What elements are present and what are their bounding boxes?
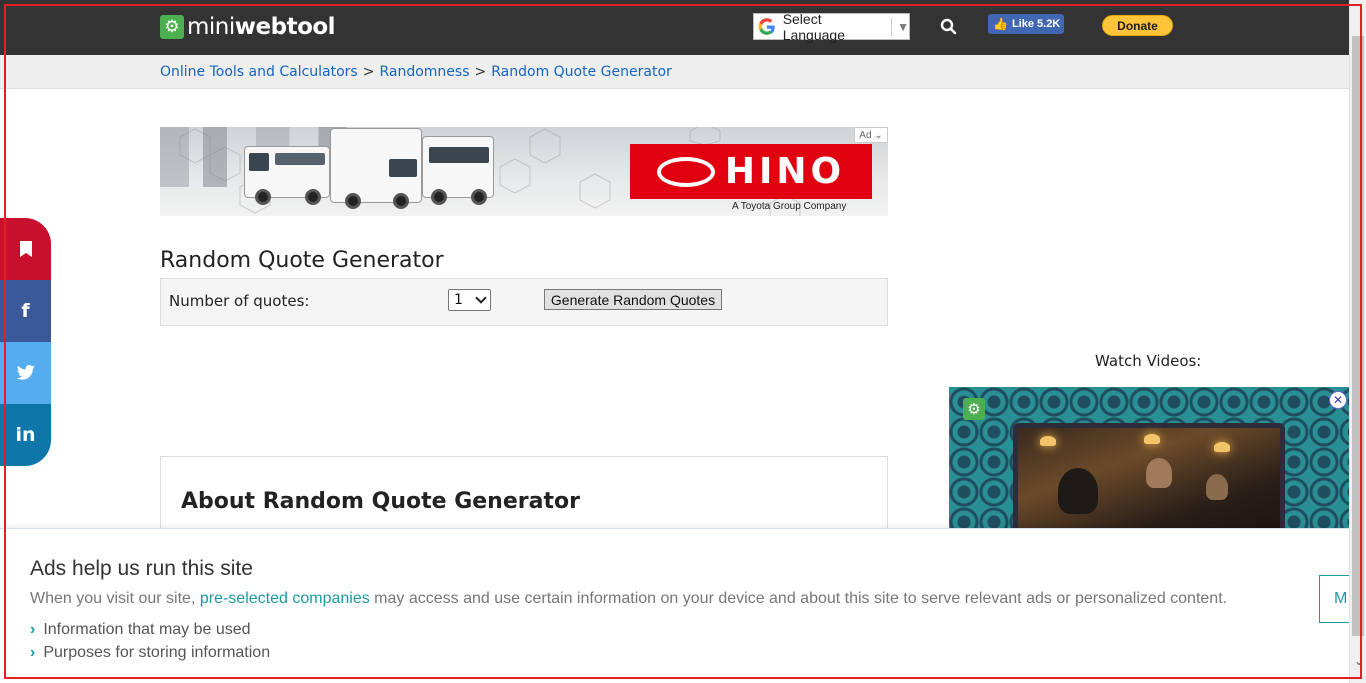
- facebook-share-button[interactable]: f: [0, 280, 51, 342]
- breadcrumb-link-current[interactable]: Random Quote Generator: [491, 64, 672, 80]
- consent-text-before: When you visit our site,: [30, 590, 200, 607]
- divider: [891, 17, 893, 36]
- consent-title: Ads help us run this site: [30, 557, 253, 580]
- logo-text: miniwebtool: [187, 14, 336, 40]
- video-scene-lamp: [1214, 442, 1230, 452]
- ad-brand-logo: HINO: [630, 144, 872, 199]
- breadcrumb-link-home[interactable]: Online Tools and Calculators: [160, 64, 358, 80]
- chevron-down-icon[interactable]: ⌄: [1354, 654, 1364, 668]
- chevron-down-icon: ⌄: [874, 129, 883, 141]
- quote-generator-form: Number of quotes: 1 Generate Random Quot…: [160, 278, 888, 326]
- consent-option-purposes[interactable]: › Purposes for storing information: [30, 644, 270, 662]
- consent-option-label: Information that may be used: [43, 621, 251, 638]
- pre-selected-companies-link[interactable]: pre-selected companies: [200, 590, 370, 607]
- breadcrumb-separator: >: [362, 64, 375, 80]
- advertisement-banner[interactable]: HINO A Toyota Group Company: [160, 127, 888, 216]
- twitter-icon: [16, 365, 35, 380]
- generate-button[interactable]: Generate Random Quotes: [544, 289, 722, 310]
- share-rail: f in: [0, 218, 51, 466]
- quantity-select[interactable]: 1: [448, 289, 491, 311]
- consent-option-information[interactable]: › Information that may be used: [30, 621, 251, 639]
- like-label: Like 5.2K: [1011, 18, 1061, 30]
- video-scene-person: [1206, 474, 1228, 500]
- ad-chip-label: Ad: [859, 129, 872, 141]
- video-scene-person: [1146, 458, 1172, 488]
- chevron-down-icon: [475, 292, 487, 304]
- consent-text-after: may access and use certain information o…: [369, 590, 1228, 607]
- breadcrumb-separator: >: [474, 64, 487, 80]
- chevron-right-icon: ›: [30, 644, 36, 661]
- search-icon[interactable]: [938, 16, 960, 38]
- ad-brand-text: HINO: [724, 151, 846, 192]
- ad-vehicle-image: [422, 136, 494, 205]
- video-scene-lamp: [1144, 434, 1160, 444]
- chevron-right-icon: ›: [30, 621, 36, 638]
- hino-emblem-icon: [656, 156, 715, 187]
- facebook-icon: f: [21, 300, 30, 322]
- gear-icon: ⚙: [160, 15, 184, 39]
- video-scene-person: [1058, 468, 1098, 514]
- language-label: Select Language: [782, 10, 845, 43]
- consent-description: When you visit our site, pre-selected co…: [30, 590, 1227, 608]
- linkedin-share-button[interactable]: in: [0, 404, 51, 466]
- close-icon[interactable]: ✕: [1329, 391, 1347, 409]
- site-logo[interactable]: ⚙ miniwebtool: [160, 14, 336, 40]
- bookmark-button[interactable]: [0, 218, 51, 280]
- language-selector[interactable]: Select Language ▼: [753, 10, 910, 43]
- about-title: About Random Quote Generator: [181, 489, 580, 514]
- video-frame: [1013, 423, 1285, 532]
- vertical-scrollbar[interactable]: ⌄: [1349, 0, 1366, 683]
- ad-vehicle-image: [244, 146, 330, 205]
- like-thumb-icon: 👍: [993, 17, 1008, 31]
- quantity-value: 1: [454, 292, 463, 308]
- donate-button[interactable]: Donate: [1102, 15, 1173, 36]
- breadcrumb: Online Tools and Calculators > Randomness >…: [160, 64, 672, 80]
- video-player[interactable]: ⚙ ✕: [949, 387, 1349, 532]
- bookmark-icon: [19, 241, 32, 257]
- scrollbar-thumb[interactable]: [1352, 36, 1364, 636]
- ad-tagline: A Toyota Group Company: [732, 201, 847, 212]
- ad-choices-badge[interactable]: Ad ⌄: [854, 127, 888, 143]
- page-title: Random Quote Generator: [160, 248, 444, 273]
- chevron-down-icon: ▼: [897, 19, 909, 34]
- logo-text-bold: webtool: [234, 14, 336, 40]
- breadcrumb-link-category[interactable]: Randomness: [379, 64, 469, 80]
- watch-videos-label: Watch Videos:: [1095, 352, 1202, 370]
- quantity-label: Number of quotes:: [169, 292, 310, 310]
- ad-vehicle-image: [330, 128, 422, 209]
- ad-consent-banner: Ads help us run this site When you visit…: [0, 528, 1354, 683]
- consent-option-label: Purposes for storing information: [43, 644, 271, 661]
- top-navigation-bar: ⚙ miniwebtool Select Language ▼ 👍 Like 5…: [0, 0, 1366, 55]
- linkedin-icon: in: [15, 424, 36, 446]
- twitter-share-button[interactable]: [0, 342, 51, 404]
- gear-icon: ⚙: [963, 398, 985, 420]
- video-scene-lamp: [1040, 436, 1056, 446]
- breadcrumb-bar: Online Tools and Calculators > Randomness >…: [0, 55, 1350, 89]
- logo-text-light: mini: [187, 14, 235, 40]
- google-icon: [758, 17, 775, 35]
- facebook-like-button[interactable]: 👍 Like 5.2K: [988, 14, 1064, 34]
